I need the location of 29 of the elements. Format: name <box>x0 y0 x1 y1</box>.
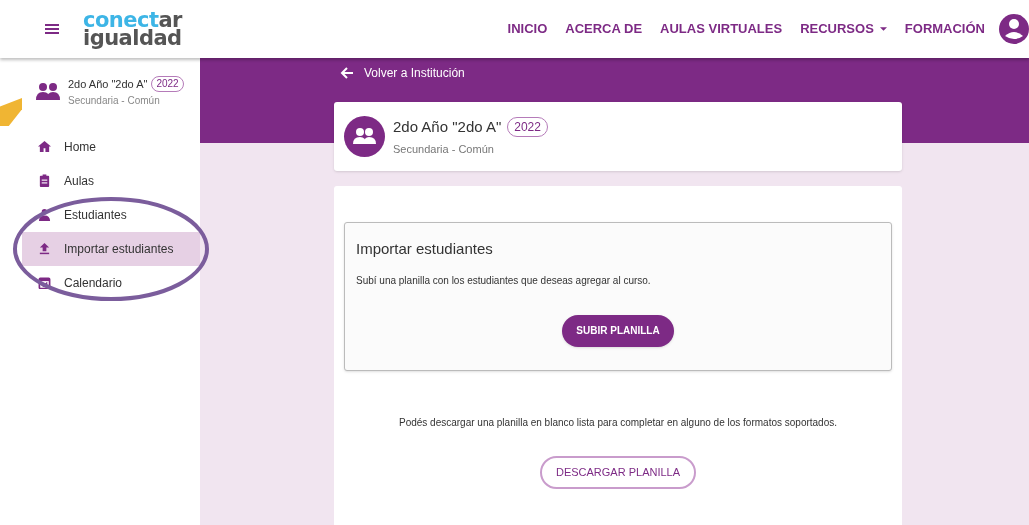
panel-title: Importar estudiantes <box>356 239 494 259</box>
nav-link[interactable]: ACERCA DE <box>565 19 643 39</box>
nav-link[interactable]: INICIO <box>507 19 548 39</box>
person-icon <box>38 208 51 221</box>
nav-link[interactable]: RECURSOS <box>800 19 887 39</box>
course-title: 2do Año "2do A" <box>393 117 502 137</box>
calendar-icon <box>38 276 51 289</box>
caret-icon[interactable] <box>879 27 887 31</box>
upload-icon <box>38 242 51 255</box>
download-button[interactable]: DESCARGAR PLANILLA <box>539 456 697 489</box>
decorative-shape <box>0 98 22 126</box>
back-arrow-icon[interactable] <box>340 66 354 80</box>
home-icon <box>38 140 51 153</box>
course-title: 2do Año "2do A" <box>68 77 148 92</box>
nav-link[interactable]: FORMACIÓN <box>904 19 985 39</box>
course-subtitle: Secundaria - Común <box>68 93 161 108</box>
group-icon <box>36 82 60 100</box>
menu-icon[interactable] <box>45 23 59 35</box>
group-avatar-icon <box>344 116 385 157</box>
download-description: Podés descargar una planilla en blanco lista para completar en alguno de los formatos soportados. <box>398 416 837 430</box>
nav-link[interactable]: AULAS VIRTUALES <box>660 19 783 39</box>
panel-description: Subí una planilla con los estudiantes que deseas agregar al curso. <box>356 273 652 288</box>
clipboard-icon <box>38 174 51 187</box>
sidebar-item[interactable]: Importar estudiantes <box>22 231 200 266</box>
logo[interactable]: conectar igualdad <box>83 11 182 47</box>
upload-button[interactable]: SUBIR PLANILLA <box>562 314 674 347</box>
back-link[interactable]: Volver a Institución <box>364 64 465 82</box>
user-avatar-icon[interactable] <box>999 14 1029 44</box>
course-subtitle: Secundaria - Común <box>393 141 495 157</box>
